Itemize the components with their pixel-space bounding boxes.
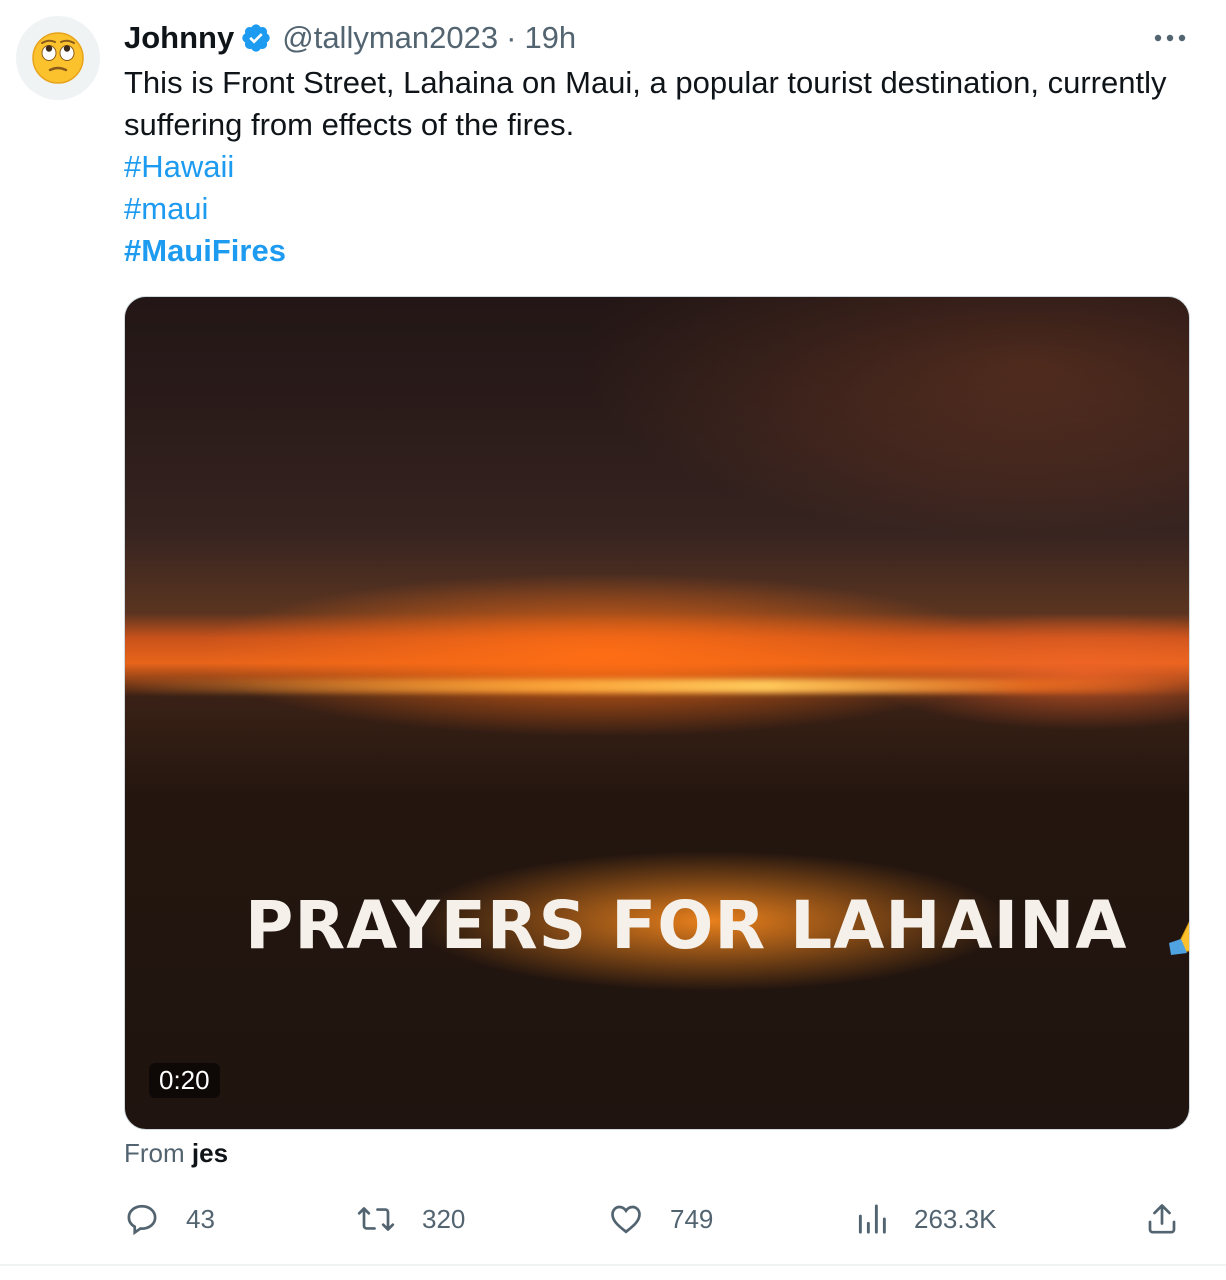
hashtag-link[interactable]: #MauiFires — [124, 230, 1184, 272]
reply-icon — [127, 1204, 157, 1236]
view-count: 263.3K — [914, 1203, 997, 1234]
analytics-icon — [858, 1204, 886, 1234]
tweet-header: Johnny @tallyman2023 · 19h — [124, 18, 576, 58]
tweet-text: This is Front Street, Lahaina on Maui, a… — [124, 65, 1167, 142]
display-name[interactable]: Johnny — [124, 20, 234, 56]
verified-badge-icon[interactable] — [240, 22, 272, 54]
share-icon — [1148, 1204, 1176, 1234]
heart-icon — [611, 1205, 641, 1234]
action-bar: 43 320 749 263.3K — [124, 1196, 1190, 1242]
source-prefix: From — [124, 1138, 185, 1168]
video-duration: 0:20 — [149, 1063, 220, 1098]
video-frame-fire — [125, 679, 1189, 693]
source-user-link[interactable]: jes — [192, 1138, 228, 1168]
video-frame-smoke — [125, 297, 1189, 597]
reply-button[interactable]: 43 — [124, 1196, 215, 1242]
avatar[interactable] — [16, 16, 100, 100]
video-caption: PRAYERS FOR LAHAINA — [245, 887, 1189, 973]
retweet-icon — [357, 1207, 395, 1231]
timestamp[interactable]: 19h — [524, 20, 576, 56]
separator-dot: · — [506, 20, 517, 55]
share-button[interactable] — [1144, 1196, 1180, 1242]
retweet-button[interactable]: 320 — [356, 1196, 465, 1242]
views-button[interactable]: 263.3K — [856, 1196, 996, 1242]
praying-hands-icon — [1163, 887, 1189, 973]
user-handle[interactable]: @tallyman2023 — [282, 20, 498, 56]
tweet-body: This is Front Street, Lahaina on Maui, a… — [124, 62, 1184, 272]
reply-count: 43 — [186, 1203, 215, 1234]
divider — [0, 1264, 1226, 1266]
eye-roll-emoji-icon — [32, 32, 84, 84]
like-count: 749 — [670, 1203, 714, 1234]
video-player[interactable]: PRAYERS FOR LAHAINA 0:20 — [124, 296, 1190, 1130]
more-options-button[interactable] — [1150, 26, 1190, 50]
video-caption-text: PRAYERS FOR LAHAINA — [245, 887, 1128, 965]
hashtag-link[interactable]: #maui — [124, 188, 1184, 230]
media-source: From jes — [124, 1138, 228, 1169]
more-icon — [1154, 34, 1186, 42]
hashtag-link[interactable]: #Hawaii — [124, 146, 1184, 188]
like-button[interactable]: 749 — [608, 1196, 713, 1242]
tweet: Johnny @tallyman2023 · 19h This is Front… — [0, 0, 1226, 1280]
retweet-count: 320 — [422, 1203, 466, 1234]
